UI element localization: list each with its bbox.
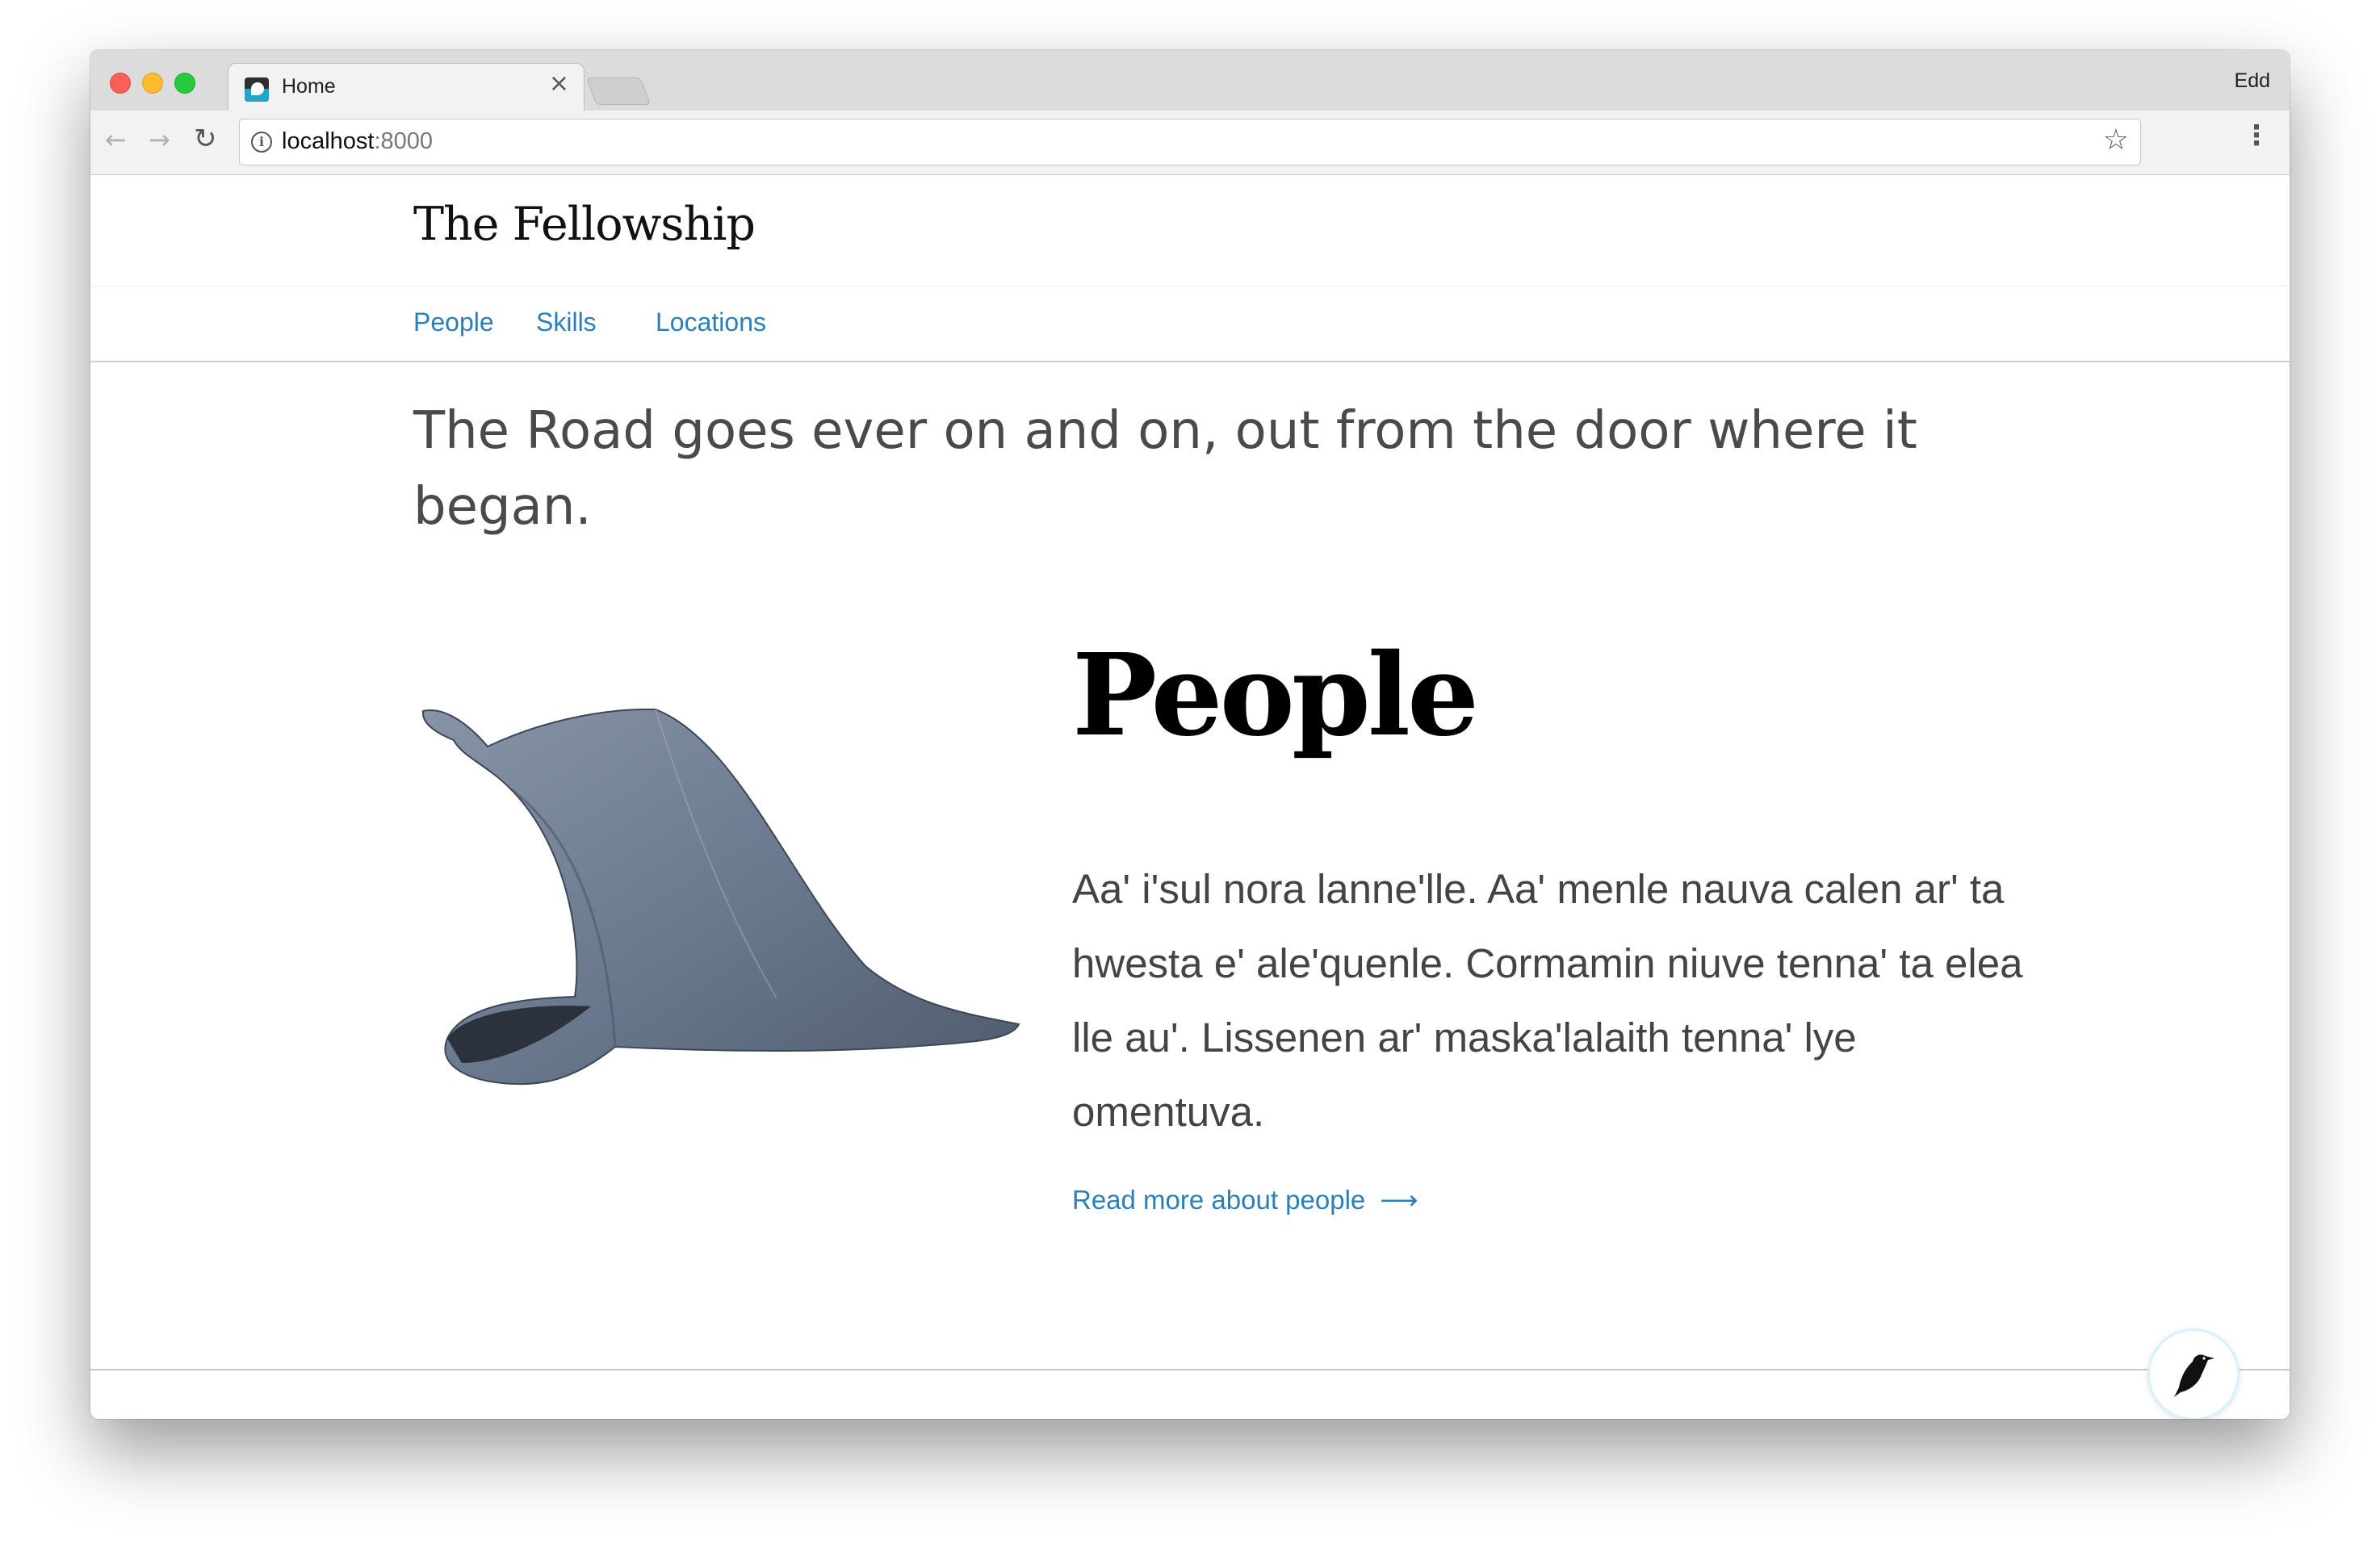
bookmark-star-icon[interactable]: ☆ — [2103, 126, 2129, 155]
long-arrow-right-icon: ⟶ — [1380, 1185, 1418, 1215]
read-more-label: Read more about people — [1072, 1185, 1366, 1215]
forward-arrow-icon[interactable]: → — [149, 127, 170, 153]
section-title: People — [1072, 630, 1479, 762]
zoom-window-button[interactable] — [174, 73, 195, 94]
wagtail-userbar-button[interactable] — [2147, 1328, 2240, 1419]
url-port: :8000 — [374, 128, 434, 154]
web-page: The Fellowship People Skills Locations T… — [90, 175, 2290, 1419]
reload-icon[interactable]: ↻ — [194, 125, 217, 153]
info-icon[interactable]: i — [251, 132, 272, 153]
wizard-hat-image — [421, 708, 1020, 1086]
back-arrow-icon[interactable]: ← — [105, 127, 127, 153]
favicon-icon — [245, 77, 269, 102]
bird-icon — [2174, 1354, 2214, 1397]
intro-text: The Road goes ever on and on, out from t… — [413, 401, 1917, 537]
section-body: Aa' i'sul nora lanne'lle. Aa' menle nauv… — [1072, 866, 2023, 1135]
url-host: localhost — [282, 128, 375, 154]
profile-name[interactable]: Edd — [2235, 69, 2270, 93]
site-title[interactable]: The Fellowship — [413, 198, 756, 251]
tab-title: Home — [282, 75, 336, 98]
tab-strip: Home × Edd — [90, 50, 2290, 111]
tab-close-icon[interactable]: × — [549, 72, 569, 96]
nav-link-people[interactable]: People — [413, 308, 494, 337]
minimize-window-button[interactable] — [142, 73, 163, 94]
browser-toolbar: ← → ↻ i localhost:8000 ☆ ⋮ — [90, 111, 2290, 175]
site-nav: People Skills Locations — [90, 287, 2290, 362]
browser-window: Home × Edd ← → ↻ i localhost:8000 ☆ ⋮ Th… — [90, 50, 2290, 1419]
address-bar[interactable]: i localhost:8000 ☆ — [239, 119, 2141, 165]
tab-home[interactable]: Home × — [228, 63, 585, 111]
footer-divider — [90, 1369, 2290, 1370]
nav-link-locations[interactable]: Locations — [656, 308, 766, 337]
new-tab-button[interactable] — [585, 77, 652, 105]
read-more-link[interactable]: Read more about people ⟶ — [1072, 1184, 1418, 1215]
nav-link-skills[interactable]: Skills — [536, 308, 597, 337]
close-window-button[interactable] — [110, 73, 131, 94]
site-header: The Fellowship — [90, 175, 2290, 287]
kebab-menu-icon[interactable]: ⋮ — [2243, 122, 2270, 149]
url-text[interactable]: localhost:8000 — [282, 128, 433, 155]
